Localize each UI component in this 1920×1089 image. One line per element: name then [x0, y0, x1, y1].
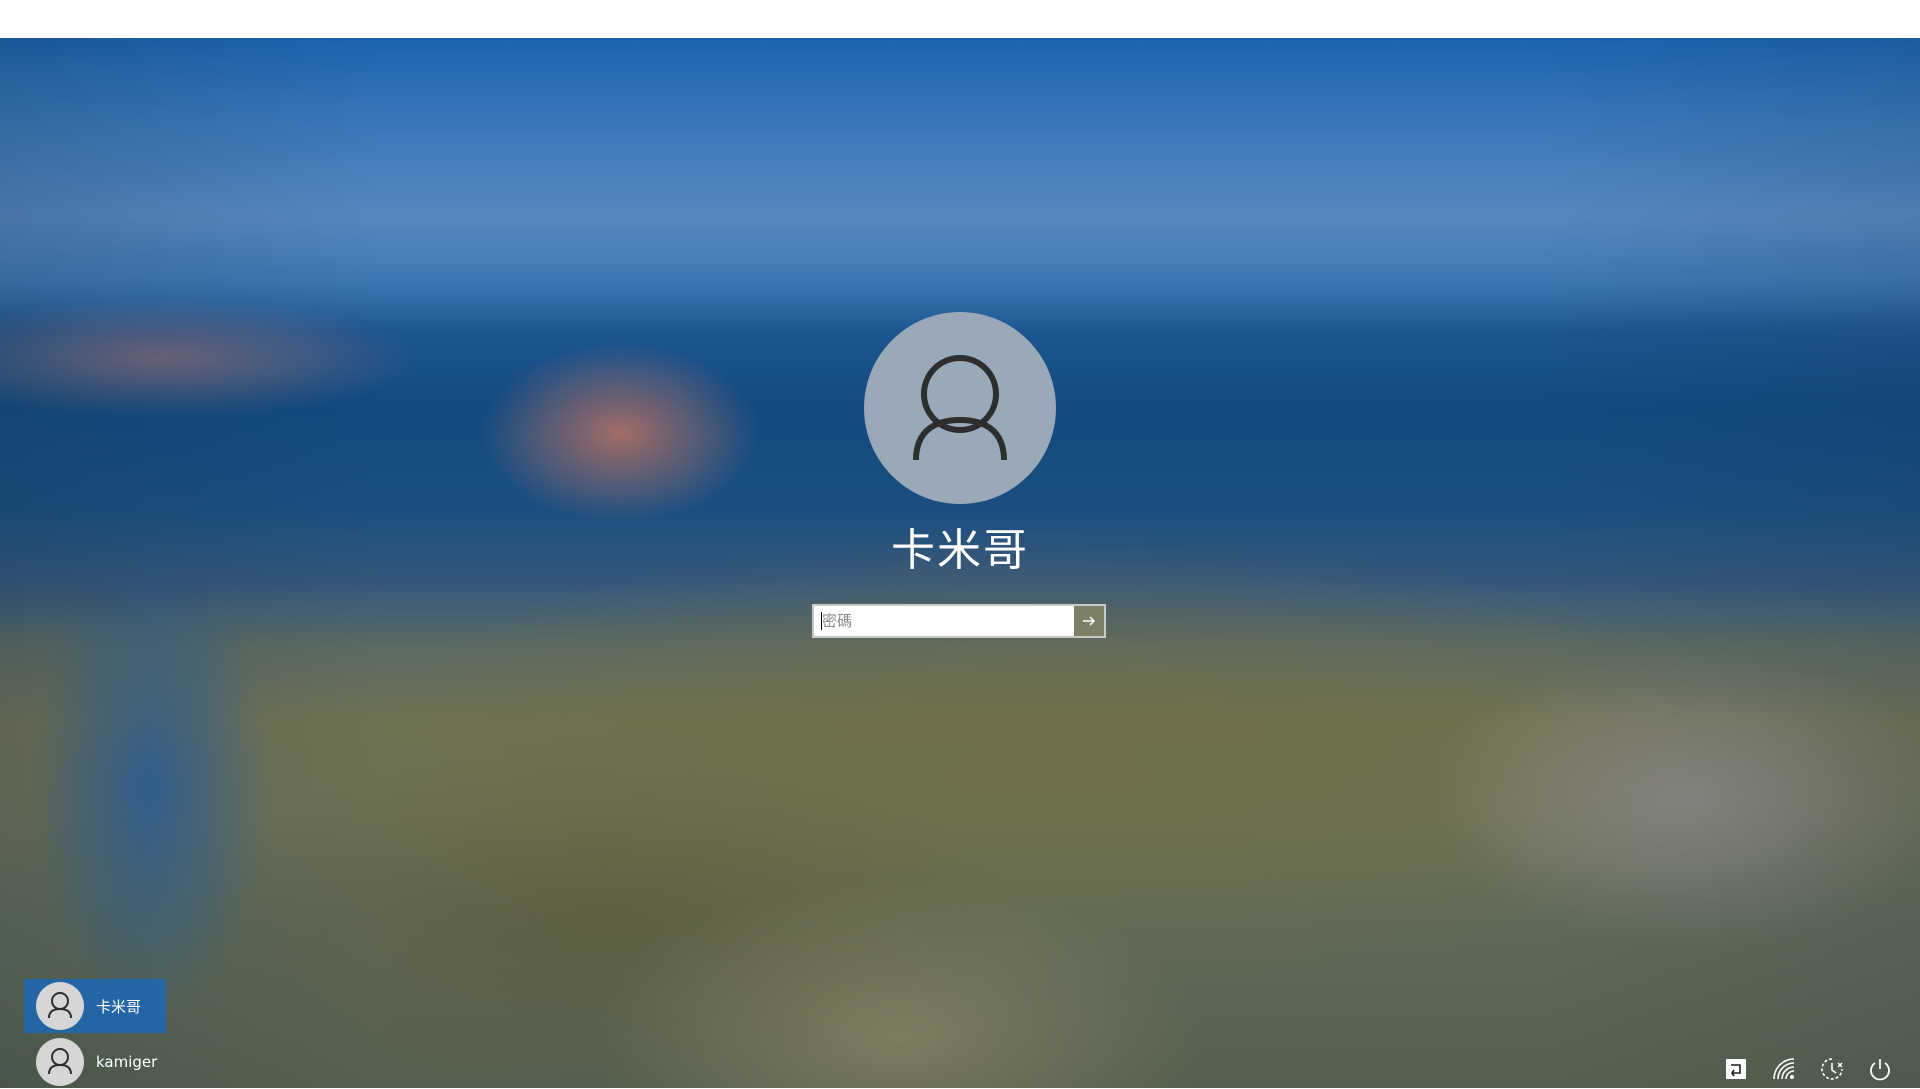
submit-button[interactable] — [1074, 606, 1104, 636]
password-box — [812, 604, 1106, 638]
language-switch-icon — [1726, 1059, 1746, 1079]
user-avatar-small — [36, 1038, 84, 1086]
user-icon — [913, 355, 1007, 461]
login-username: 卡米哥 — [891, 525, 1029, 576]
power-button[interactable] — [1862, 1052, 1898, 1086]
user-avatar-small — [36, 982, 84, 1030]
ease-of-access-button[interactable] — [1814, 1052, 1850, 1086]
ease-of-access-icon — [1821, 1058, 1843, 1080]
user-icon — [48, 1048, 72, 1075]
network-icon — [1773, 1058, 1795, 1080]
network-button[interactable] — [1766, 1052, 1802, 1086]
user-icon — [48, 992, 72, 1019]
user-list-name: 卡米哥 — [96, 997, 142, 1016]
user-avatar-large — [864, 312, 1056, 504]
system-tray — [1718, 1052, 1898, 1086]
language-switch-button[interactable] — [1718, 1052, 1754, 1086]
user-list-item-selected[interactable]: 卡米哥 — [24, 979, 166, 1033]
user-list-name: kamiger — [96, 1053, 158, 1071]
power-icon — [1870, 1059, 1890, 1081]
user-list-item[interactable]: kamiger — [24, 1035, 166, 1089]
top-blank-strip — [0, 0, 1920, 38]
text-caret — [821, 612, 822, 630]
arrow-right-icon — [1083, 616, 1096, 626]
password-input[interactable] — [814, 606, 1076, 636]
